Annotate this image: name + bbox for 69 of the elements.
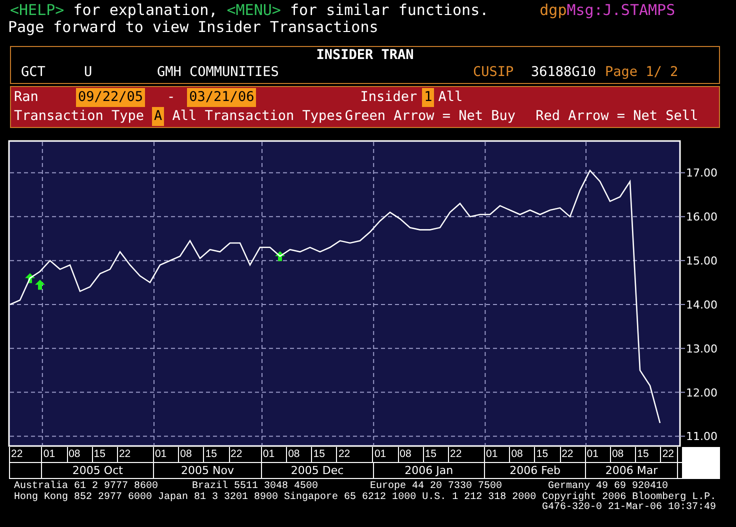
day-tick: 01: [42, 447, 68, 462]
day-tick: 22: [560, 447, 586, 462]
company-name: GMH COMMUNITIES: [157, 64, 280, 81]
day-tick: 22: [661, 447, 678, 462]
day-tick: 01: [154, 447, 180, 462]
day-tick: 22: [337, 447, 374, 462]
axis-label: 13.00: [686, 342, 718, 356]
office-contact: Europe 44 20 7330 7500: [370, 482, 504, 492]
type-value: All Transaction Types: [172, 107, 343, 126]
message-text: dgpMsg:J.STAMPS: [540, 3, 676, 18]
ticker: GCT: [21, 64, 46, 81]
range-label: Ran: [14, 88, 40, 107]
help-text: <HELP> for explanation, <MENU> for similar functions.: [10, 3, 489, 18]
day-tick: 22: [449, 447, 486, 462]
month-label: 2005 Nov: [154, 463, 262, 478]
day-tick: 01: [586, 447, 611, 462]
month-label: 2006 Feb: [485, 463, 586, 478]
type-code-field[interactable]: A: [152, 107, 164, 126]
insider-value: All: [438, 88, 463, 107]
up-arrow-icon: [35, 280, 45, 290]
month-label: 2006 Mar: [586, 463, 678, 478]
exchange: U: [84, 64, 94, 81]
axis-label: 14.00: [686, 298, 718, 312]
day-tick: 15: [535, 447, 561, 462]
day-tick: 08: [398, 447, 424, 462]
insider-label: Insider: [360, 88, 418, 107]
axis-label: 15.00: [686, 254, 718, 268]
day-tick: 01: [262, 447, 288, 462]
cusip-label: CUSIP: [473, 64, 515, 81]
day-tick: 22: [10, 447, 42, 462]
up-arrow-icon: [275, 251, 285, 262]
day-tick: 15: [204, 447, 230, 462]
office-contact: Germany 49 69 920410: [548, 482, 668, 492]
type-label: Transaction Type: [14, 107, 144, 126]
month-label: 2005 Oct: [42, 463, 154, 478]
day-tick: 08: [510, 447, 536, 462]
up-arrow-icon: [25, 273, 35, 284]
insider-code-field[interactable]: 1: [422, 88, 434, 107]
day-tick: 22: [118, 447, 154, 462]
month-label: 2005 Dec: [262, 463, 374, 478]
legend-text: Red Arrow = Net Sell: [536, 107, 698, 126]
page-indicator: Page 1/ 2: [605, 64, 678, 81]
axis-label: 16.00: [686, 210, 718, 224]
day-tick: 22: [230, 447, 262, 462]
office-contact: Australia 61 2 9777 8600: [14, 482, 160, 492]
range-dash: -: [167, 88, 176, 107]
legend-text: Green Arrow = Net Buy: [344, 107, 516, 126]
day-tick: 15: [92, 447, 118, 462]
screen-title: INSIDER TRAN: [316, 47, 414, 64]
start-date-field[interactable]: 09/22/05: [76, 88, 146, 107]
axis-label: 11.00: [686, 430, 718, 444]
day-tick: 08: [179, 447, 204, 462]
timestamp: G476-320-0 21-Mar-06 10:37:49: [542, 503, 716, 514]
day-tick: 15: [424, 447, 450, 462]
day-tick: 08: [68, 447, 93, 462]
axis-label: 17.00: [686, 166, 718, 180]
month-label: 2006 Jan: [374, 463, 486, 478]
day-tick: 15: [312, 447, 338, 462]
day-tick: 08: [610, 447, 636, 462]
cusip-value: 36188G10: [531, 64, 598, 81]
day-tick: 15: [636, 447, 662, 462]
hint-text: Page forward to view Insider Transactions: [8, 18, 380, 36]
office-contacts-text: Hong Kong 852 2977 6000 Japan 81 3 3201 8900 Singapore 65 6212 1000 U.S. 1 212 318 2000 Copyright 2006 Bloomberg L.P.: [14, 492, 718, 502]
end-date-field[interactable]: 03/21/06: [187, 88, 256, 107]
day-tick: 01: [373, 447, 399, 462]
day-tick: 01: [485, 447, 510, 462]
day-tick: 08: [287, 447, 312, 462]
axis-label: 12.00: [686, 386, 718, 400]
office-contact: Brazil 5511 3048 4500: [192, 482, 318, 492]
